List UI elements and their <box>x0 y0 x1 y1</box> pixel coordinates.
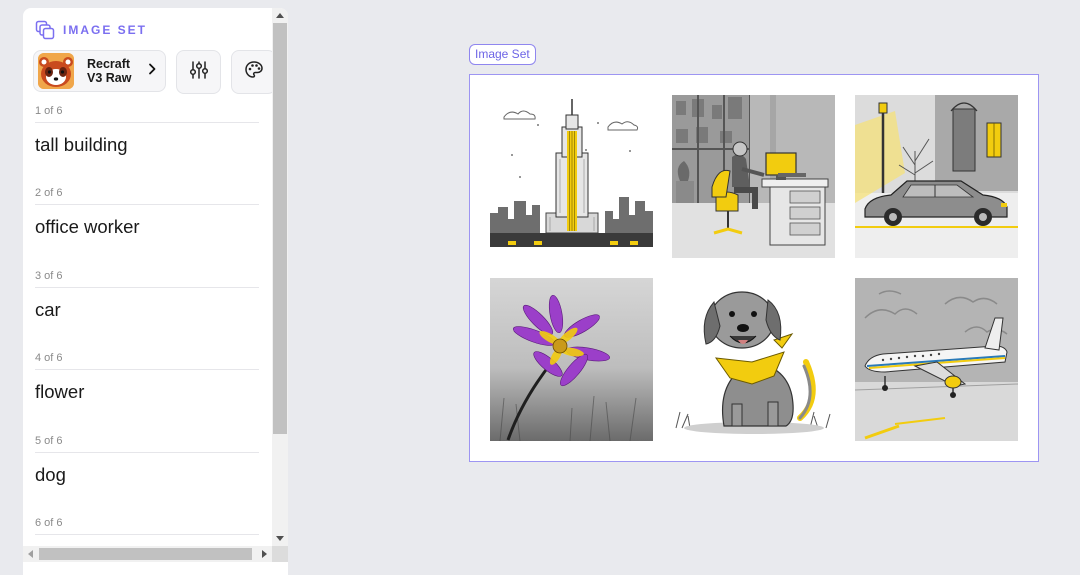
image-set-icon <box>35 20 55 40</box>
red-panda-avatar <box>38 53 74 89</box>
scroll-left-arrow-icon[interactable] <box>28 550 33 558</box>
panel-toolbar: Recraft V3 Raw <box>33 50 272 94</box>
prompt-counter: 1 of 6 <box>35 104 259 123</box>
prompt-counter: 5 of 6 <box>35 434 259 453</box>
flower-photo[interactable] <box>490 278 653 441</box>
image-set-panel: IMAGE SET Recraft V3 Raw 1 of 6 tall bui… <box>23 8 288 575</box>
style-palette-button[interactable] <box>231 50 272 94</box>
office-worker-illustration[interactable] <box>672 95 835 258</box>
prompt-item[interactable]: 3 of 6 car <box>35 269 259 351</box>
prompt-item[interactable]: 1 of 6 tall building <box>35 104 259 186</box>
prompt-item[interactable]: 2 of 6 office worker <box>35 186 259 268</box>
chevron-right-icon <box>147 62 157 80</box>
panel-title: IMAGE SET <box>63 23 148 37</box>
prompt-counter: 2 of 6 <box>35 186 259 206</box>
prompt-item[interactable]: 4 of 6 flower <box>35 351 259 433</box>
vertical-scroll-thumb[interactable] <box>273 23 287 434</box>
prompt-text[interactable]: tall building <box>35 133 259 157</box>
prompt-counter: 3 of 6 <box>35 269 259 288</box>
scroll-down-arrow-icon[interactable] <box>276 536 284 541</box>
airplane-illustration[interactable] <box>855 278 1018 441</box>
prompt-text[interactable]: flower <box>35 380 259 404</box>
prompt-item[interactable]: 5 of 6 dog <box>35 434 259 516</box>
image-set-frame[interactable] <box>469 74 1039 462</box>
horizontal-scroll-thumb[interactable] <box>39 548 252 560</box>
palette-icon <box>244 60 264 85</box>
prompt-item[interactable]: 6 of 6 <box>35 516 259 546</box>
frame-label[interactable]: Image Set <box>469 44 536 65</box>
prompt-text[interactable]: dog <box>35 463 259 487</box>
settings-sliders-button[interactable] <box>176 50 221 94</box>
prompt-counter: 4 of 6 <box>35 351 259 371</box>
sliders-icon <box>189 60 209 85</box>
dog-illustration[interactable] <box>672 278 835 441</box>
car-illustration[interactable] <box>855 95 1018 258</box>
prompt-text[interactable]: car <box>35 298 259 322</box>
prompt-text[interactable]: office worker <box>35 215 259 239</box>
model-name: Recraft V3 Raw <box>87 57 132 85</box>
prompt-list: 1 of 6 tall building 2 of 6 office worke… <box>35 104 259 546</box>
horizontal-scrollbar[interactable] <box>23 546 272 562</box>
panel-header: IMAGE SET <box>35 20 147 40</box>
vertical-scrollbar[interactable] <box>272 8 288 546</box>
prompt-counter: 6 of 6 <box>35 516 259 535</box>
scroll-up-arrow-icon[interactable] <box>276 13 284 18</box>
model-selector-button[interactable]: Recraft V3 Raw <box>33 50 166 92</box>
scrollbar-corner <box>272 546 288 562</box>
scroll-right-arrow-icon[interactable] <box>262 550 267 558</box>
skyscraper-illustration[interactable] <box>490 95 653 258</box>
panel-scroll-area[interactable]: IMAGE SET Recraft V3 Raw 1 of 6 tall bui… <box>23 8 272 546</box>
